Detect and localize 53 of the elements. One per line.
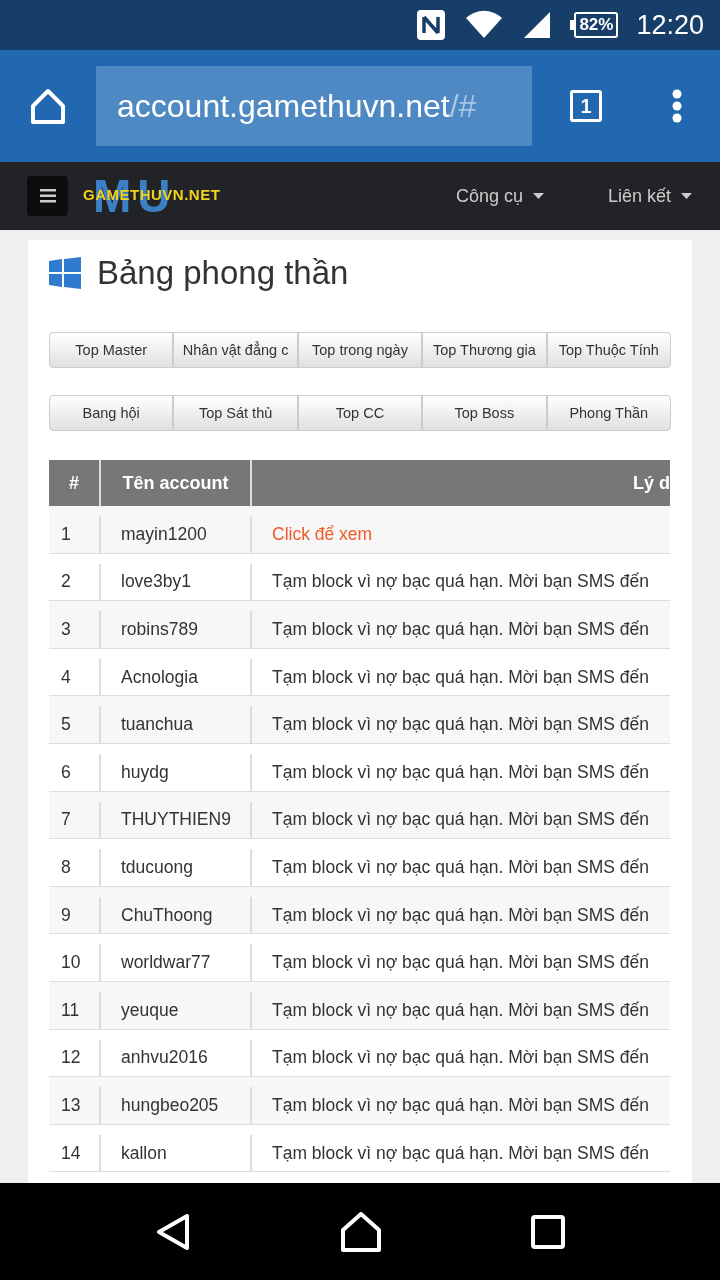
- page-title: Bảng phong thần: [97, 254, 349, 292]
- table-cell: 5: [49, 706, 101, 743]
- table-cell: kallon: [101, 1134, 252, 1172]
- nav-dropdown[interactable]: Công cụ: [419, 185, 572, 207]
- table-cell-text: Tạm block vì nợ bạc quá hạn. Mời bạn SMS đến: [271, 760, 651, 784]
- table-cell-text: Tạm block vì nợ bạc quá hạn. Mời bạn SMS đến: [271, 951, 651, 975]
- table-cell: ChuThoong: [101, 896, 252, 934]
- ranking-button[interactable]: Top Thuộc Tính: [546, 332, 671, 368]
- ranking-button[interactable]: Top CC: [297, 395, 423, 431]
- table-cell: yeuque: [101, 991, 252, 1029]
- ranking-button[interactable]: Nhân vật đẳng c: [173, 332, 298, 368]
- table-cell: 3: [49, 611, 101, 648]
- table-cell: tducuong: [101, 849, 252, 886]
- ranking-button[interactable]: Top trong ngày: [297, 332, 423, 368]
- table-cell-text: Tạm block vì nợ bạc quá hạn. Mời bạn SMS đến: [271, 713, 651, 737]
- table-cell: robins789: [101, 611, 252, 648]
- table-cell: tuanchua: [101, 706, 252, 743]
- table-cell: 11: [49, 991, 101, 1029]
- table-cell: THUYTHIEN9: [101, 801, 252, 839]
- battery-level: 82%: [574, 12, 619, 38]
- table-cell-text: Tạm block vì nợ bạc quá hạn. Mời bạn SMS đến: [271, 855, 651, 879]
- table-cell-text: Tạm block vì nợ bạc quá hạn. Mời bạn SMS đến: [271, 570, 651, 594]
- table-cell-text: Tạm block vì nợ bạc quá hạn. Mời bạn SMS đến: [271, 618, 651, 641]
- ranking-button[interactable]: Top Master: [49, 332, 174, 368]
- table-cell: 9: [49, 896, 101, 934]
- table-cell-text: Tạm block vì nợ bạc quá hạn. Mời bạn SMS đến: [271, 1141, 651, 1165]
- clock: 12:20: [636, 9, 704, 41]
- column-header: Lý d: [632, 471, 670, 495]
- table-cell-text: Tạm block vì nợ bạc quá hạn. Mời bạn SMS đến: [271, 665, 651, 689]
- table-cell: 1: [49, 516, 101, 553]
- ranking-button[interactable]: Top Sát thủ: [173, 395, 298, 431]
- ranking-button[interactable]: Phong Thần: [546, 395, 671, 431]
- ranking-button[interactable]: Top Boss: [422, 395, 547, 431]
- table-cell: 6: [49, 753, 101, 791]
- table-cell: 8: [49, 849, 101, 886]
- table-cell-text: Tạm block vì nợ bạc quá hạn. Mời bạn SMS đến: [271, 808, 651, 832]
- table-cell: 13: [49, 1087, 101, 1124]
- table-cell-text: Tạm block vì nợ bạc quá hạn. Mời bạn SMS đến: [271, 1093, 651, 1117]
- table-cell: hungbeo205: [101, 1087, 252, 1124]
- ranking-button[interactable]: Top Thương gia: [422, 332, 547, 368]
- table-cell: huydg: [101, 753, 252, 791]
- table-cell: worldwar77: [101, 944, 252, 981]
- table-cell: 7: [49, 801, 101, 839]
- address-bar[interactable]: account.gamethuvn.net/#: [96, 66, 532, 146]
- table-cell: 14: [49, 1134, 101, 1172]
- nav-dropdown[interactable]: Liên kết: [571, 185, 720, 207]
- ranking-button[interactable]: Bang hội: [49, 395, 174, 431]
- table-cell-text: Tạm block vì nợ bạc quá hạn. Mời bạn SMS đến: [271, 1046, 651, 1070]
- table-cell-text: Tạm block vì nợ bạc quá hạn. Mời bạn SMS đến: [271, 998, 651, 1022]
- table-cell-text: Tạm block vì nợ bạc quá hạn. Mời bạn SMS đến: [271, 903, 651, 927]
- tab-count-button[interactable]: 1: [570, 90, 602, 122]
- table-cell: mayin1200: [101, 516, 252, 553]
- table-cell: 10: [49, 944, 101, 981]
